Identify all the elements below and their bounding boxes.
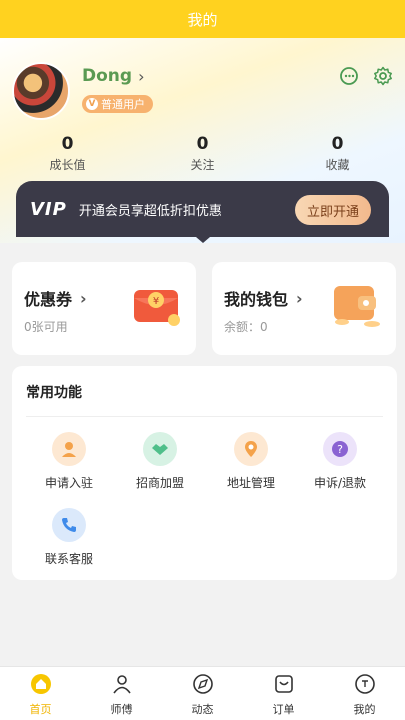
stat-following[interactable]: 0 关注: [135, 134, 270, 173]
stat-favorites[interactable]: 0 收藏: [270, 134, 405, 173]
function-label: 申请入驻: [44, 476, 93, 490]
wallet-balance: 余额：0: [224, 320, 268, 334]
wallet-title: 我的钱包: [224, 290, 289, 309]
avatar[interactable]: [12, 62, 70, 120]
tab-master[interactable]: 师傅: [81, 667, 162, 720]
coupon-card[interactable]: 优惠券 › 0张可用 ¥: [12, 262, 196, 355]
function-franchise[interactable]: 招商加盟: [120, 432, 200, 491]
function-label: 地址管理: [226, 476, 275, 490]
tab-dynamic[interactable]: 动态: [162, 667, 243, 720]
function-address[interactable]: 地址管理: [211, 432, 291, 491]
vip-activate-button[interactable]: 立即开通: [295, 195, 371, 225]
vip-banner-notch: [196, 237, 210, 243]
page-title: 我的: [187, 10, 218, 29]
function-contact-service[interactable]: 联系客服: [29, 508, 109, 567]
badge-label: 普通用户: [101, 98, 145, 111]
username-link[interactable]: Dong ›: [82, 66, 144, 86]
coupon-count: 0张可用: [24, 320, 68, 334]
svg-text:¥: ¥: [153, 296, 159, 307]
wallet-card[interactable]: 我的钱包 › 余额：0: [212, 262, 396, 355]
svg-text:?: ?: [337, 443, 343, 456]
chevron-right-icon: ›: [80, 288, 87, 308]
stat-label: 收藏: [325, 158, 350, 172]
stat-label: 关注: [190, 158, 215, 172]
chevron-right-icon: ›: [138, 66, 145, 86]
wallet-icon: [334, 286, 380, 327]
location-icon: [234, 432, 268, 466]
stat-value: 0: [196, 134, 209, 154]
header-actions: [339, 66, 393, 86]
master-icon: [112, 675, 131, 694]
coupon-title: 优惠券: [24, 290, 73, 309]
tab-label: 师傅: [110, 703, 133, 716]
compass-icon: [192, 674, 213, 694]
stat-label: 成长值: [49, 158, 86, 172]
tab-home[interactable]: 首页: [0, 667, 81, 720]
worker-icon: [52, 432, 86, 466]
profile-icon: [354, 674, 375, 694]
stat-value: 0: [61, 134, 74, 154]
tab-label: 订单: [272, 703, 295, 716]
member-badge: V 普通用户: [82, 95, 153, 113]
message-icon[interactable]: [339, 66, 359, 86]
red-envelope-icon: ¥: [134, 290, 180, 326]
handshake-icon: [143, 432, 177, 466]
tab-label: 动态: [191, 703, 214, 716]
vip-banner[interactable]: VIP 开通会员享超低折扣优惠 立即开通: [16, 181, 389, 237]
chevron-right-icon: ›: [296, 288, 303, 308]
functions-title: 常用功能: [26, 385, 82, 401]
function-label: 招商加盟: [135, 476, 184, 490]
bottom-tab-bar: 首页 师傅 动态 订单 我的: [0, 666, 405, 720]
divider: [26, 416, 383, 417]
bag-icon: [274, 675, 293, 693]
function-apply-join[interactable]: 申请入驻: [29, 432, 109, 491]
coupon-title-row: 优惠券 ›: [24, 286, 87, 310]
app-header: 我的: [0, 0, 405, 38]
question-icon: ?: [323, 432, 357, 466]
username: Dong: [82, 66, 133, 86]
profile-stats: 0 成长值 0 关注 0 收藏: [0, 134, 405, 173]
home-icon: [30, 674, 51, 694]
stat-value: 0: [331, 134, 344, 154]
vip-v-icon: V: [86, 98, 98, 110]
function-label: 联系客服: [44, 552, 93, 566]
tab-label: 我的: [353, 703, 376, 716]
wallet-title-row: 我的钱包 ›: [224, 286, 303, 310]
function-label: 申诉/退款: [313, 476, 367, 490]
vip-logo: VIP: [30, 198, 67, 220]
vip-promo-text: 开通会员享超低折扣优惠: [78, 203, 222, 219]
tab-label: 首页: [29, 703, 52, 716]
common-functions-card: 常用功能 申请入驻 招商加盟 地址管理 ? 申诉/退款 联系客服: [12, 366, 397, 580]
tab-profile[interactable]: 我的: [324, 667, 405, 720]
stat-growth[interactable]: 0 成长值: [0, 134, 135, 173]
phone-icon: [52, 508, 86, 542]
tab-orders[interactable]: 订单: [243, 667, 324, 720]
function-appeal-refund[interactable]: ? 申诉/退款: [300, 432, 380, 491]
gear-icon[interactable]: [373, 66, 393, 86]
